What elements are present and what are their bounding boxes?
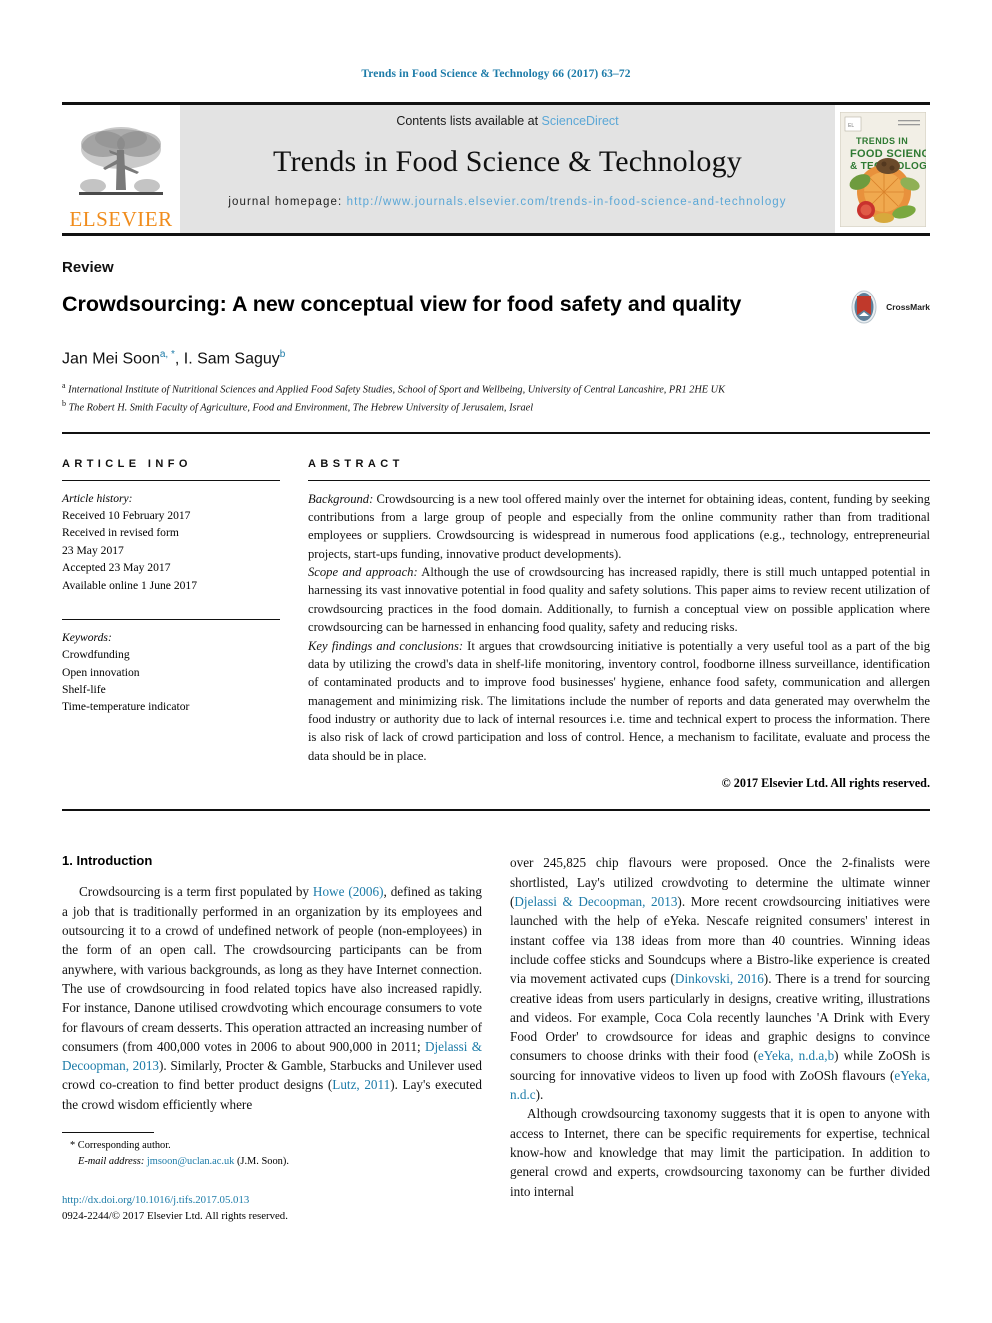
keyword-item: Shelf-life [62,683,106,697]
article-history-label: Article history: [62,491,133,505]
body-column-right: over 245,825 chip flavours were proposed… [510,853,930,1224]
footnotes: * Corresponding author. E-mail address: … [62,1138,482,1169]
intro-left-text: Crowdsourcing is a term first populated … [62,882,482,1114]
abstract-heading: ABSTRACT [308,457,404,470]
contents-prefix: Contents lists available at [396,114,542,128]
article-info-column: ARTICLE INFO Article history: Received 1… [62,458,280,792]
abstract-background: Background: Crowdsourcing is a new tool … [308,490,930,564]
text-run: ). [535,1087,544,1103]
affiliation-b-marker: b [62,398,66,408]
history-item: Received in revised form [62,526,179,540]
citation-link[interactable]: Djelassi & Decoopman, 2013 [514,894,677,909]
homepage-prefix: journal homepage: [228,196,347,208]
crossmark-label: CrossMark [886,302,930,312]
corresponding-author-note: * Corresponding author. [62,1138,482,1154]
email-note: E-mail address: jmsoon@uclan.ac.uk (J.M.… [62,1154,482,1170]
abstract-background-text: Crowdsourcing is a new tool offered main… [308,491,930,561]
affiliation-b-text: The Robert H. Smith Faculty of Agricultu… [68,401,534,413]
article-page: Trends in Food Science & Technology 66 (… [0,0,992,1323]
affiliation-a: a International Institute of Nutritional… [62,380,930,398]
abstract-scope: Scope and approach: Although the use of … [308,563,930,637]
keyword-item: Open innovation [62,665,140,679]
history-item: 23 May 2017 [62,543,124,557]
svg-text:EL: EL [848,123,854,129]
contents-available-line: Contents lists available at ScienceDirec… [396,114,618,128]
keywords-label: Keywords: [62,630,112,644]
journal-homepage-line: journal homepage: http://www.journals.el… [228,194,786,211]
section-heading-introduction: 1. Introduction [62,853,153,869]
keywords-rule [62,618,280,620]
page-title: Crowdsourcing: A new conceptual view for… [62,292,742,316]
journal-masthead: ELSEVIER Contents lists available at Sci… [62,102,930,236]
crossmark-icon [851,290,877,324]
email-link[interactable]: jmsoon@uclan.ac.uk [144,1156,234,1167]
article-info-heading: ARTICLE INFO [62,457,192,470]
citation-link[interactable]: Howe (2006) [313,884,384,899]
email-owner: (J.M. Soon). [234,1155,289,1167]
abstract-divider [62,809,930,812]
elsevier-logo: ELSEVIER [62,105,180,233]
author-2: , I. Sam Saguy [174,350,280,368]
title-divider [62,431,930,434]
text-run: Crowdsourcing is a term first populated … [79,884,313,900]
history-item: Accepted 23 May 2017 [62,561,171,575]
email-label: E-mail address: [78,1155,145,1167]
title-row: Crowdsourcing: A new conceptual view for… [62,276,930,332]
citation-link[interactable]: eYeka, n.d.a,b [758,1048,834,1063]
elsevier-wordmark: ELSEVIER [69,207,173,231]
paragraph: Although crowdsourcing taxonomy suggests… [510,1106,930,1199]
body-column-left: 1. Introduction Crowdsourcing is a term … [62,853,482,1224]
abstract-rule [308,479,930,481]
abstract-scope-label: Scope and approach: [308,565,418,580]
doi-link[interactable]: http://dx.doi.org/10.1016/j.tifs.2017.05… [62,1193,482,1209]
journal-title: Trends in Food Science & Technology [272,145,743,178]
footnote-rule [62,1132,154,1134]
history-item: Available online 1 June 2017 [62,578,198,592]
affiliation-b: b The Robert H. Smith Faculty of Agricul… [62,398,930,416]
affiliation-a-text: International Institute of Nutritional S… [68,383,725,395]
abstract-findings-text: It argues that crowdsourcing initiative … [308,638,930,763]
article-info-rule [62,479,280,481]
abstract-background-label: Background: [308,491,374,506]
author-2-affil-marker: b [279,349,286,361]
corresponding-label: Corresponding author. [75,1140,171,1152]
article-type: Review [62,259,114,276]
abstract-findings: Key findings and conclusions: It argues … [308,637,930,766]
history-item: Received 10 February 2017 [62,508,191,522]
crossmark-badge[interactable]: CrossMark [847,290,930,324]
body-columns: 1. Introduction Crowdsourcing is a term … [62,853,930,1224]
keyword-item: Crowdfunding [62,648,130,662]
paragraph: over 245,825 chip flavours were proposed… [510,853,930,1104]
affiliations: a International Institute of Nutritional… [62,380,930,416]
author-1: Jan Mei Soon [62,350,160,368]
keywords-group: Keywords: Crowdfunding Open innovation S… [62,629,280,716]
abstract-findings-label: Key findings and conclusions: [308,638,464,653]
sciencedirect-link[interactable]: ScienceDirect [542,114,619,128]
abstract-body: Background: Crowdsourcing is a new tool … [308,490,930,766]
text-run: , defined as taking a job that is tradit… [62,884,482,1054]
journal-cover-image: EL TRENDS IN FOOD SCIENCE & TECHNOLOGY [839,111,926,227]
author-list: Jan Mei Soona, *, I. Sam Saguyb [62,349,930,368]
keyword-item: Time-temperature indicator [62,700,190,714]
doi-footer: http://dx.doi.org/10.1016/j.tifs.2017.05… [62,1193,482,1224]
svg-text:TRENDS IN: TRENDS IN [856,136,908,146]
issn-copyright-line: 0924-2244/© 2017 Elsevier Ltd. All right… [62,1210,288,1222]
author-1-affil-marker: a, * [159,349,175,361]
elsevier-tree-icon [79,127,163,195]
abstract-copyright: © 2017 Elsevier Ltd. All rights reserved… [721,776,930,791]
citation-link[interactable]: Dinkovski, 2016 [675,971,764,986]
abstract-column: ABSTRACT Background: Crowdsourcing is a … [308,458,930,792]
citation-link[interactable]: Lutz, 2011 [332,1077,390,1092]
intro-right-text: over 245,825 chip flavours were proposed… [510,853,930,1201]
article-history: Article history: Received 10 February 20… [62,490,280,594]
affiliation-a-marker: a [62,380,66,390]
journal-homepage-link[interactable]: http://www.journals.elsevier.com/trends-… [347,196,787,208]
info-abstract-region: ARTICLE INFO Article history: Received 1… [62,458,930,792]
journal-cover-thumbnail: EL TRENDS IN FOOD SCIENCE & TECHNOLOGY [835,105,930,233]
masthead-center: Contents lists available at ScienceDirec… [180,105,835,233]
footnote-region: * Corresponding author. E-mail address: … [62,1132,482,1225]
paragraph: Crowdsourcing is a term first populated … [62,882,482,1114]
running-head: Trends in Food Science & Technology 66 (… [361,68,631,80]
